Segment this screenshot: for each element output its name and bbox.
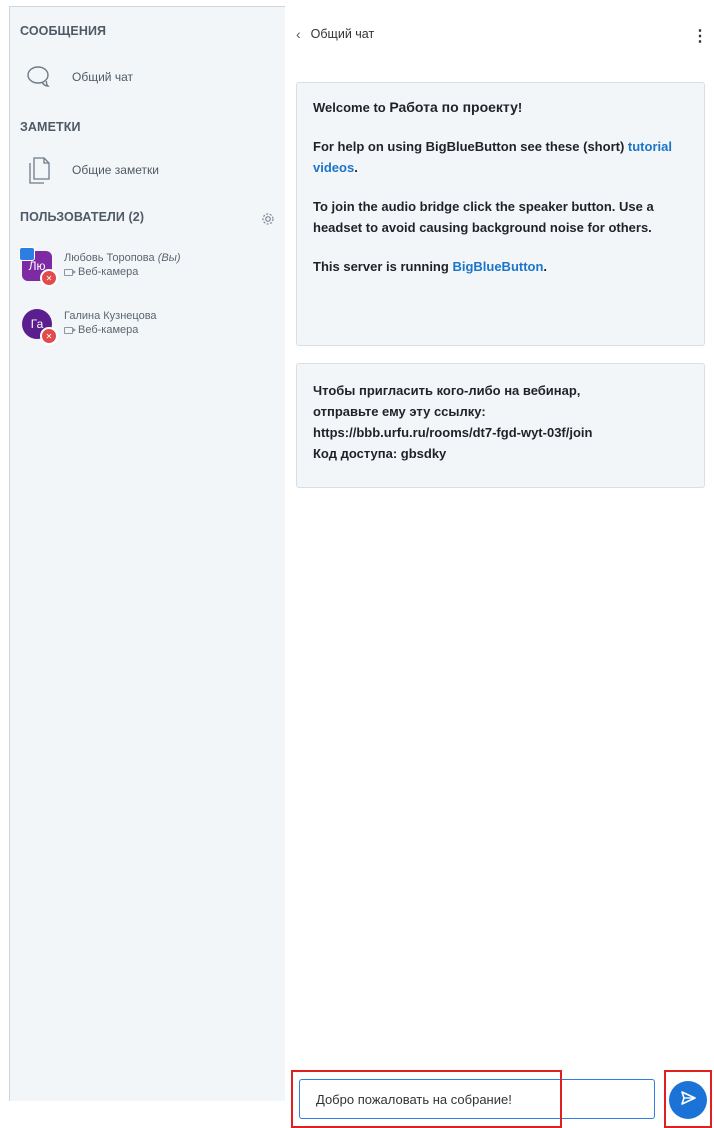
help-suffix: . (354, 160, 358, 175)
back-chevron-icon[interactable]: ‹ (296, 26, 301, 42)
invite-line: Чтобы пригласить кого-либо на вебинар, (313, 383, 581, 398)
user-name-text: Любовь Торопова (64, 252, 155, 264)
welcome-suffix: ! (517, 100, 523, 115)
meeting-name: Работа по проекту (389, 99, 518, 115)
user-status-text: Веб-камера (78, 324, 139, 336)
access-code: Код доступа: gbsdky (313, 446, 447, 461)
sidebar-item-label: Общий чат (72, 70, 133, 84)
user-name: Любовь Торопова (Вы) (64, 251, 180, 265)
avatar: Га ✕ (22, 309, 58, 345)
chat-panel: ‹ Общий чат ⋮ Welcome to Работа по проек… (284, 6, 714, 1104)
user-status: Веб-камера (64, 323, 157, 337)
user-list-item[interactable]: Га ✕ Галина Кузнецова Веб-камера (22, 309, 157, 345)
welcome-message: Welcome to Работа по проекту! For help o… (296, 82, 705, 346)
chat-header[interactable]: ‹ Общий чат (296, 26, 374, 42)
invite-line: отправьте ему эту ссылку: (313, 404, 486, 419)
chat-title: Общий чат (310, 27, 375, 41)
webcam-icon (64, 326, 76, 334)
help-text: For help on using BigBlueButton see thes… (313, 139, 628, 154)
user-status-text: Веб-камера (78, 266, 139, 278)
kebab-menu-icon[interactable]: ⋮ (692, 26, 708, 46)
user-list-item[interactable]: Лю ✕ Любовь Торопова (Вы) Веб-камера (19, 247, 180, 287)
sidebar: СООБЩЕНИЯ Общий чат ЗАМЕТКИ Общие заметк… (9, 6, 285, 1101)
avatar: Лю ✕ (19, 247, 58, 287)
invite-link: https://bbb.urfu.ru/rooms/dt7-fgd-wyt-03… (313, 425, 593, 440)
you-tag: (Вы) (157, 252, 181, 264)
help-line: For help on using BigBlueButton see thes… (313, 136, 688, 178)
input-highlight-box (291, 1070, 562, 1128)
sidebar-item-shared-notes[interactable]: Общие заметки (26, 155, 159, 185)
welcome-line: Welcome to Работа по проекту! (313, 97, 688, 118)
avatar-initials: Га (30, 317, 44, 331)
presenter-icon (19, 247, 35, 261)
send-highlight-box (664, 1070, 712, 1128)
invite-message: Чтобы пригласить кого-либо на вебинар, о… (296, 363, 705, 488)
notes-section-title: ЗАМЕТКИ (20, 120, 81, 134)
muted-mic-icon: ✕ (40, 269, 58, 287)
server-text: This server is running (313, 259, 453, 274)
welcome-prefix: Welcome to (313, 100, 390, 115)
webcam-icon (64, 268, 76, 276)
user-name: Галина Кузнецова (64, 310, 157, 322)
muted-mic-icon: ✕ (40, 327, 58, 345)
notes-icon (26, 155, 52, 185)
server-line: This server is running BigBlueButton. (313, 256, 688, 277)
users-section-title: ПОЛЬЗОВАТЕЛИ (2) (20, 210, 145, 224)
bigbluebutton-link[interactable]: BigBlueButton (452, 259, 543, 274)
user-status: Веб-камера (64, 265, 180, 279)
server-suffix: . (543, 259, 548, 274)
audio-bridge-text: To join the audio bridge click the speak… (313, 199, 654, 235)
sidebar-item-label: Общие заметки (72, 163, 159, 177)
messages-section-title: СООБЩЕНИЯ (20, 24, 107, 38)
gear-icon[interactable] (261, 212, 275, 226)
sidebar-item-public-chat[interactable]: Общий чат (26, 65, 133, 89)
chat-bubble-icon (26, 65, 54, 89)
